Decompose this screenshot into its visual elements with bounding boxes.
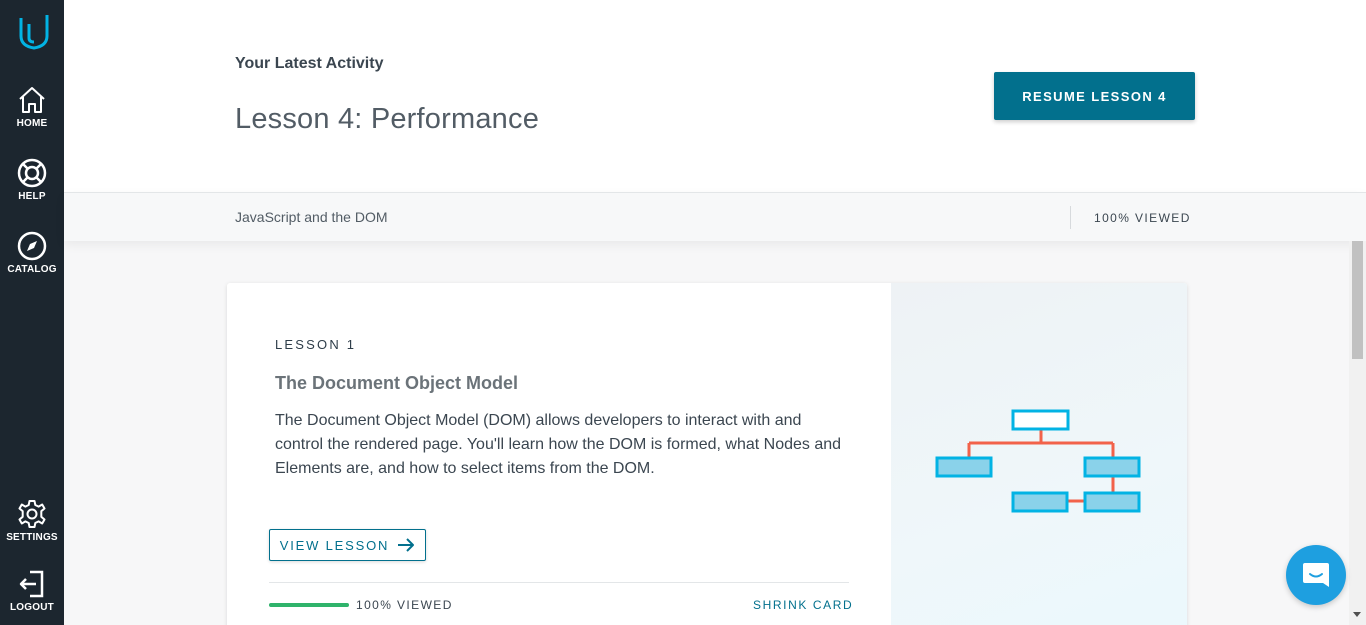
arrow-right-icon xyxy=(398,538,415,552)
sidebar: HOME HELP CATALOG SETTINGS LOGOUT xyxy=(0,0,64,625)
lesson-card-content: LESSON 1 The Document Object Model The D… xyxy=(227,283,891,625)
scroll-down-arrow-icon[interactable] xyxy=(1353,612,1361,617)
lesson-progress-bar xyxy=(269,603,349,607)
page-title: Lesson 4: Performance xyxy=(235,103,540,135)
divider xyxy=(1070,206,1071,229)
course-progress-label: 100% VIEWED xyxy=(1094,211,1191,225)
sidebar-item-label: CATALOG xyxy=(7,264,57,275)
latest-activity-label: Your Latest Activity xyxy=(235,55,384,72)
view-lesson-label: VIEW LESSON xyxy=(279,537,390,553)
sidebar-item-help[interactable]: HELP xyxy=(0,157,64,202)
shrink-card-button[interactable]: SHRINK CARD xyxy=(753,598,853,612)
sidebar-item-settings[interactable]: SETTINGS xyxy=(0,498,64,543)
divider xyxy=(269,582,849,583)
lesson-card: LESSON 1 The Document Object Model The D… xyxy=(227,283,1187,625)
sidebar-item-catalog[interactable]: CATALOG xyxy=(0,230,64,275)
logout-icon xyxy=(19,570,44,598)
chat-icon xyxy=(1303,563,1329,587)
course-name[interactable]: JavaScript and the DOM xyxy=(235,209,388,225)
lesson-progress-label: 100% VIEWED xyxy=(356,598,453,612)
lesson-description: The Document Object Model (DOM) allows d… xyxy=(275,412,842,477)
gear-icon xyxy=(18,500,46,528)
compass-icon xyxy=(17,231,47,261)
dom-tree-diagram xyxy=(935,409,1141,513)
sidebar-item-home[interactable]: HOME xyxy=(0,84,64,129)
lesson-illustration-panel xyxy=(891,283,1187,625)
sidebar-item-label: HOME xyxy=(16,118,48,129)
lesson-progress-fill xyxy=(269,603,349,607)
sidebar-item-label: LOGOUT xyxy=(10,602,54,613)
udacity-logo[interactable] xyxy=(17,12,51,50)
sidebar-item-label: SETTINGS xyxy=(6,532,58,543)
latest-activity-header: Your Latest Activity Lesson 4: Performan… xyxy=(64,0,1366,192)
scrollbar-thumb[interactable] xyxy=(1352,241,1363,359)
sidebar-item-logout[interactable]: LOGOUT xyxy=(0,568,64,613)
view-lesson-button[interactable]: VIEW LESSON xyxy=(269,529,426,561)
home-icon xyxy=(19,87,45,113)
chat-launcher-button[interactable] xyxy=(1286,545,1346,605)
resume-lesson-button[interactable]: RESUME LESSON 4 xyxy=(994,72,1195,120)
lifebuoy-icon xyxy=(17,158,47,188)
lesson-title: The Document Object Model xyxy=(275,373,519,393)
lesson-number: LESSON 1 xyxy=(275,337,357,352)
sidebar-item-label: HELP xyxy=(18,191,46,202)
course-bar: JavaScript and the DOM 100% VIEWED xyxy=(64,192,1366,241)
